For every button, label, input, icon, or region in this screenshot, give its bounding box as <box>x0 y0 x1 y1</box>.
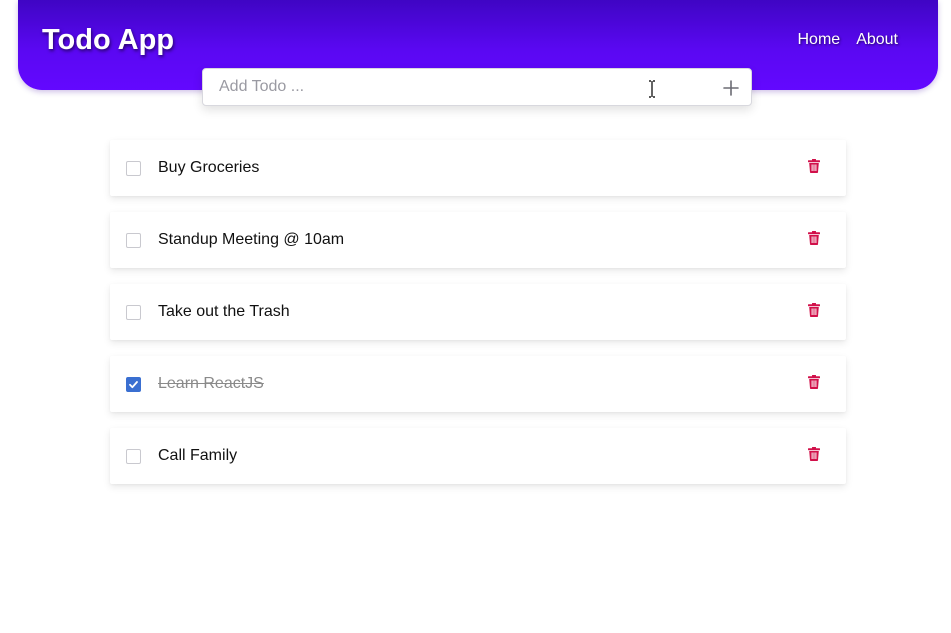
todo-checkbox[interactable] <box>126 377 141 392</box>
add-todo-bar <box>202 68 752 106</box>
nav-link-home[interactable]: Home <box>798 30 841 50</box>
app-title: Todo App <box>42 24 175 56</box>
todo-item: Learn ReactJS <box>110 356 846 412</box>
todo-item: Call Family <box>110 428 846 484</box>
todo-checkbox[interactable] <box>126 233 141 248</box>
todo-checkbox[interactable] <box>126 449 141 464</box>
trash-icon[interactable] <box>808 159 820 173</box>
todo-text: Standup Meeting @ 10am <box>158 231 345 248</box>
nav-link-about[interactable]: About <box>856 30 898 50</box>
trash-icon[interactable] <box>808 447 820 461</box>
todo-item: Take out the Trash <box>110 284 846 340</box>
todo-item: Buy Groceries <box>110 140 846 196</box>
todo-item: Standup Meeting @ 10am <box>110 212 846 268</box>
todo-text: Buy Groceries <box>158 159 260 176</box>
trash-icon[interactable] <box>808 231 820 245</box>
todo-text: Learn ReactJS <box>158 375 264 392</box>
trash-icon[interactable] <box>808 375 820 389</box>
text-cursor-icon <box>649 80 655 98</box>
trash-icon[interactable] <box>808 303 820 317</box>
add-todo-input[interactable] <box>203 69 703 105</box>
todo-text: Take out the Trash <box>158 303 290 320</box>
plus-icon[interactable] <box>721 78 741 98</box>
todo-checkbox[interactable] <box>126 161 141 176</box>
todo-list: Buy Groceries Standup Meeting @ 10am Tak… <box>110 140 846 500</box>
todo-checkbox[interactable] <box>126 305 141 320</box>
check-icon <box>129 381 138 389</box>
main-nav: Home About <box>798 30 899 50</box>
todo-text: Call Family <box>158 447 238 464</box>
